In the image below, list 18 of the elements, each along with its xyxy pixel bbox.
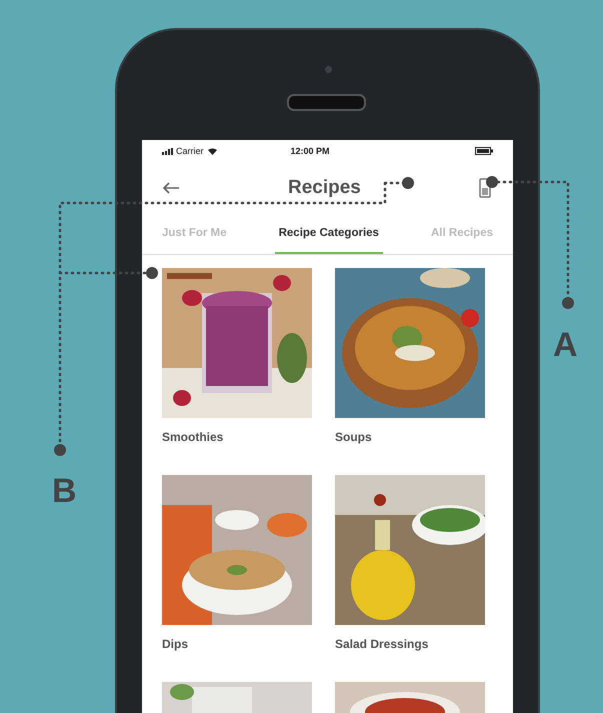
back-arrow-icon[interactable] (162, 182, 180, 194)
category-label: Dips (162, 637, 190, 651)
category-label: Soups (335, 430, 373, 444)
tab[interactable]: Recipe Categories (274, 214, 383, 254)
battery-icon (475, 147, 493, 155)
callout-letter: B (52, 472, 77, 511)
tab[interactable]: Just For Me (158, 214, 231, 254)
screen-title: Recipes (288, 177, 361, 199)
callout-letter: A (553, 326, 578, 365)
category-label: Salad Dressings (335, 637, 430, 651)
tab[interactable]: All Recipes (427, 214, 497, 254)
category-label: Smoothies (162, 430, 224, 444)
wifi-icon (208, 148, 217, 154)
speaker-icon (287, 94, 366, 111)
status-time: 12:00 PM (290, 146, 330, 156)
carrier-label: Carrier (162, 146, 204, 156)
signal-icon (162, 148, 174, 154)
camera-icon (325, 66, 332, 73)
